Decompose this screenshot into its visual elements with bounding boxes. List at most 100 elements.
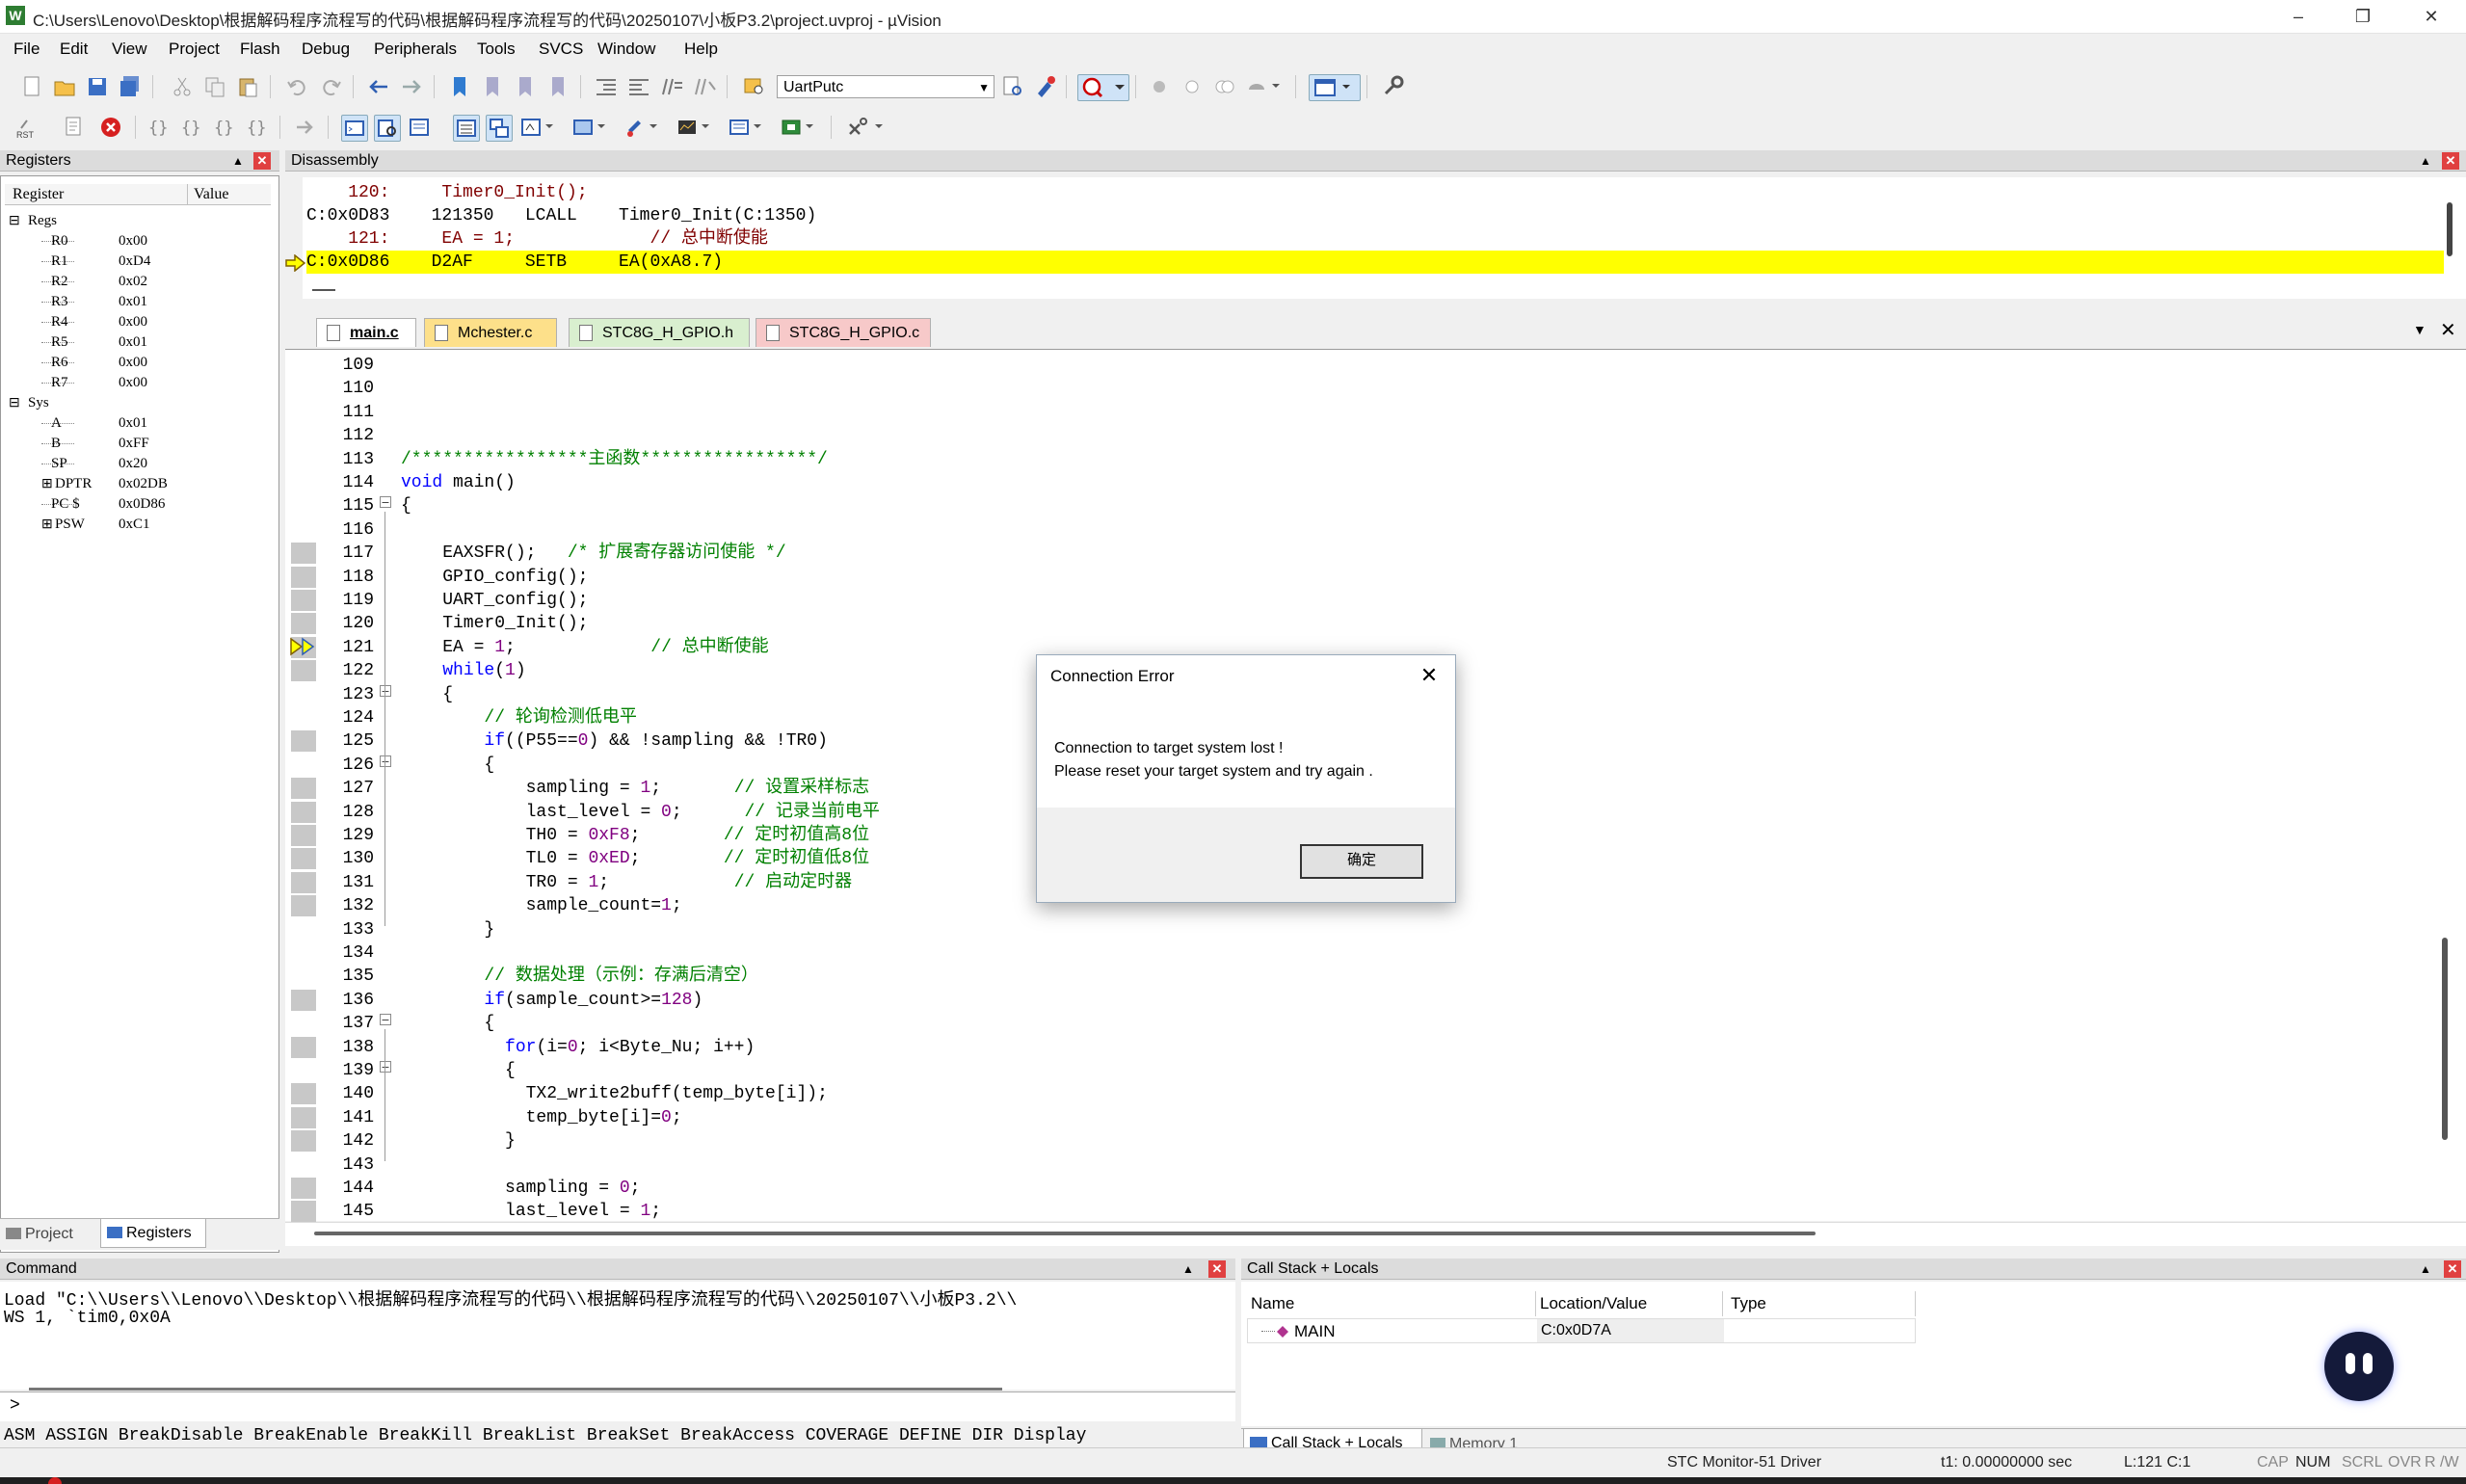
bookmark-next-icon[interactable] [513,74,538,99]
register-row[interactable]: ⊟ Sys [9,393,275,413]
register-value[interactable]: 0xD4 [119,252,150,272]
enable-breakpoint-icon[interactable] [1180,74,1205,99]
menu-peripherals[interactable]: Peripherals [374,40,457,59]
tab-stc8g-gpio-c[interactable]: STC8G_H_GPIO.c [756,318,931,347]
editor-vertical-scrollbar[interactable] [2442,938,2448,1140]
bookmark-icon[interactable] [447,74,472,99]
watch-window-icon[interactable] [518,115,561,140]
executable-line-marker[interactable] [291,1036,316,1058]
register-value[interactable]: 0x00 [119,231,147,252]
menu-tools[interactable]: Tools [477,40,516,59]
unindent-icon[interactable] [626,74,651,99]
register-row[interactable]: R0 0x00 [9,231,275,252]
disable-breakpoints-icon[interactable] [1212,74,1237,99]
executable-line-marker[interactable] [291,590,316,611]
register-value[interactable]: 0x02 [119,272,147,292]
show-next-statement-icon[interactable] [293,115,318,140]
close-icon[interactable]: ✕ [2444,1260,2461,1278]
executable-line-marker[interactable] [291,1201,316,1223]
navigate-back-icon[interactable] [366,74,391,99]
target-combo[interactable]: UartPutc ▼ [777,75,994,98]
window-layout-icon[interactable] [1309,74,1361,101]
save-icon[interactable] [85,74,110,99]
pin-icon[interactable]: ▲ [1181,1262,1195,1276]
tree-expander-icon[interactable]: ⊟ [9,211,20,231]
executable-line-marker[interactable] [291,1083,316,1105]
register-row[interactable]: ⊞ PSW 0xC1 [9,515,275,535]
step-into-icon[interactable]: {} [146,115,172,140]
executable-line-marker[interactable] [291,801,316,823]
menu-project[interactable]: Project [169,40,220,59]
register-row[interactable]: SP 0x20 [9,454,275,474]
tab-mchester-c[interactable]: Mchester.c [424,318,557,347]
menu-help[interactable]: Help [684,40,718,59]
executable-line-marker[interactable] [291,778,316,800]
trace-window-icon[interactable] [727,115,769,140]
executable-line-marker[interactable] [291,1130,316,1153]
bookmark-clear-icon[interactable] [545,74,570,99]
disassembly-view[interactable]: 120: Timer0_Init(); C:0x0D83 121350 LCAL… [285,177,2466,299]
type-column-header[interactable]: Type [1723,1291,1916,1316]
tab-project[interactable]: Project [6,1222,93,1247]
close-tab-icon[interactable]: ✕ [2440,318,2456,342]
tab-stc8g-gpio-h[interactable]: STC8G_H_GPIO.h [569,318,750,347]
command-window-icon[interactable] [341,115,368,142]
save-all-icon[interactable] [118,74,143,99]
tab-main-c[interactable]: main.c [316,318,416,347]
close-icon[interactable]: ✕ [1208,1260,1226,1278]
fold-toggle-icon[interactable]: − [380,1014,391,1026]
menu-window[interactable]: Window [597,40,655,59]
tree-expander-icon[interactable]: ⊟ [9,393,20,413]
close-icon[interactable]: ✕ [2442,152,2459,170]
close-window-button[interactable]: ✕ [2402,0,2460,33]
name-column-header[interactable]: Name [1247,1291,1536,1316]
uncomment-icon[interactable] [692,74,717,99]
bookmark-prev-icon[interactable] [480,74,505,99]
disasm-scrollbar[interactable] [2447,202,2453,256]
step-over-icon[interactable]: {} [179,115,204,140]
maximize-button[interactable]: ❐ [2334,0,2392,33]
register-row[interactable]: R6 0x00 [9,353,275,373]
redo-icon[interactable] [318,74,343,99]
executable-line-marker[interactable] [291,825,316,846]
serial-window-icon[interactable] [623,115,665,140]
fold-toggle-icon[interactable]: − [380,755,391,767]
editor-horizontal-scrollbar[interactable] [314,1232,1816,1235]
system-viewer-icon[interactable] [779,115,821,140]
tab-list-chevron-icon[interactable]: ▼ [2413,322,2426,337]
table-row[interactable]: MAIN C:0x0D7A [1247,1318,1916,1343]
executable-line-marker[interactable] [291,989,316,1011]
register-column-header[interactable]: Register [5,184,188,205]
register-value[interactable]: 0xFF [119,434,149,454]
ok-button[interactable]: 确定 [1300,844,1423,879]
kill-breakpoints-icon[interactable] [1245,74,1287,99]
close-icon[interactable]: ✕ [1415,661,1444,690]
configure-icon[interactable] [1380,74,1405,99]
register-row[interactable]: ⊞ DPTR 0x02DB [9,474,275,494]
register-value[interactable]: 0x00 [119,312,147,332]
browse-icon[interactable] [1033,74,1058,99]
indent-icon[interactable] [594,74,619,99]
register-value[interactable]: 0x20 [119,454,147,474]
executable-line-marker[interactable] [291,848,316,870]
close-icon[interactable]: ✕ [253,152,271,170]
menu-edit[interactable]: Edit [60,40,88,59]
incremental-find-icon[interactable] [1000,74,1025,99]
comment-icon[interactable] [659,74,684,99]
register-row[interactable]: A 0x01 [9,413,275,434]
disassembly-window-icon[interactable] [374,115,401,142]
copy-icon[interactable] [202,74,227,99]
call-stack-window-icon[interactable] [486,115,513,142]
executable-line-marker[interactable] [291,613,316,635]
executable-line-marker[interactable] [291,895,316,917]
memory-window-icon[interactable] [570,115,613,140]
register-row[interactable]: B 0xFF [9,434,275,454]
menu-view[interactable]: View [112,40,147,59]
executable-line-marker[interactable] [291,1106,316,1128]
run-to-cursor-icon[interactable]: {} [245,115,270,140]
executable-line-marker[interactable] [291,660,316,682]
debug-session-icon[interactable] [1077,74,1129,101]
minimize-button[interactable]: – [2269,0,2327,33]
pin-icon[interactable]: ▲ [231,154,245,168]
insert-breakpoint-icon[interactable] [1147,74,1172,99]
